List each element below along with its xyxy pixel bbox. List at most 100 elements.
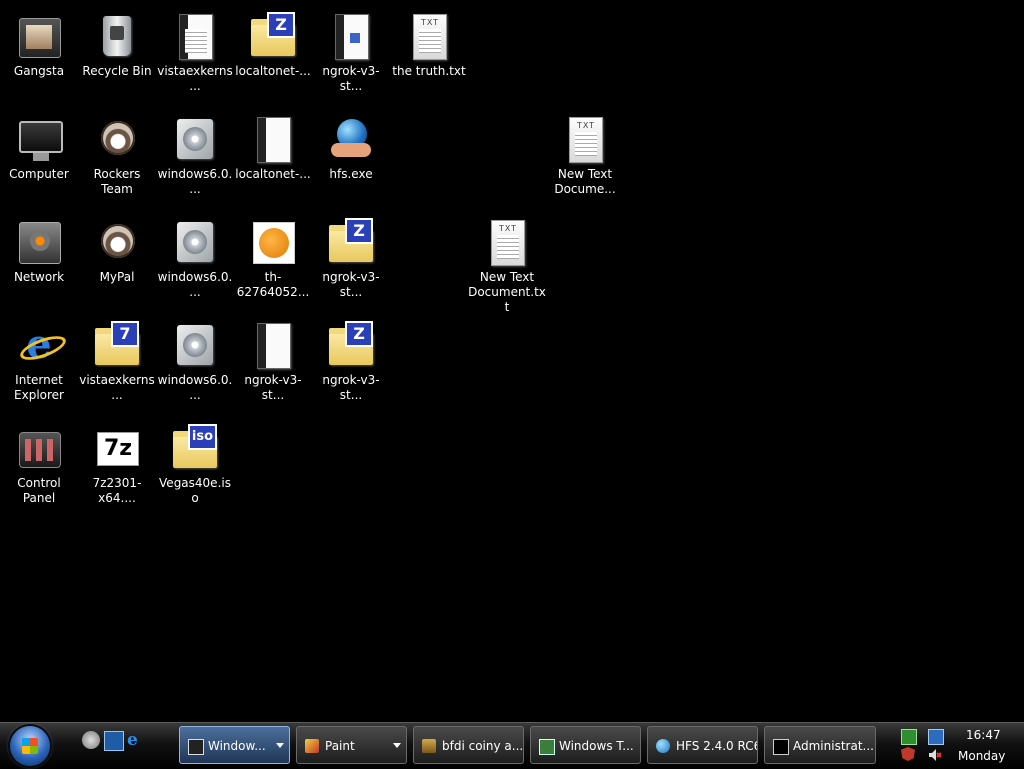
show-desktop-icon[interactable] (82, 731, 100, 749)
desktop-icon-label: 7z2301-x64.... (92, 476, 142, 505)
desktop-icon-vistaexkerns-1[interactable]: vistaexkerns... (156, 10, 234, 106)
desktop-icon-label: New Text Docume... (554, 167, 616, 196)
desktop-icon-label: ngrok-v3-st... (322, 270, 380, 299)
taskbar: e Window... Paint bfdi coiny a... Window… (0, 722, 1024, 769)
clock-time[interactable]: 16:47 (966, 728, 1001, 742)
internet-explorer-icon[interactable]: e (127, 731, 145, 749)
text-file-icon: TXT (405, 12, 453, 60)
desktop-icon-network[interactable]: Network (0, 216, 78, 312)
desktop-icon-vegas-iso[interactable]: iso Vegas40e.iso (156, 422, 234, 518)
zip-folder-icon: Z (327, 218, 375, 266)
desktop-icon-new-text-1[interactable]: TXT New Text Docume... (546, 113, 624, 209)
desktop-icon-th-image[interactable]: th-62764052... (234, 216, 312, 312)
taskbar-button-paint[interactable]: Paint (296, 726, 407, 764)
desktop-icon-windows60-2[interactable]: windows6.0.... (156, 216, 234, 312)
hfs-globe-icon (327, 115, 375, 163)
desktop-icon-new-text-2[interactable]: TXT New Text Document.txt (468, 216, 546, 314)
desktop-icon-label: th-62764052... (236, 270, 310, 299)
desktop-icon-label: hfs.exe (329, 167, 373, 181)
control-panel-icon (15, 424, 63, 472)
desktop-icon-label: New Text Document.txt (468, 270, 546, 314)
update-package-icon (171, 218, 219, 266)
desktop-icon-label: MyPal (99, 270, 135, 284)
taskbar-button-administrator[interactable]: Administrat... (764, 726, 876, 764)
taskbar-button-windows[interactable]: Window... (179, 726, 290, 764)
coiny-image-icon (249, 218, 297, 266)
desktop-icon-ngrok-4[interactable]: Z ngrok-v3-st... (312, 319, 390, 415)
7zip-icon: 7z (93, 424, 141, 472)
recycle-bin-icon (93, 12, 141, 60)
7z-folder-icon: 7 (93, 321, 141, 369)
chevron-down-icon[interactable] (393, 743, 401, 748)
taskbar-button-label: Paint (325, 739, 355, 753)
desktop-icon-localtonet-folder[interactable]: Z localtonet-... (234, 10, 312, 106)
desktop-icon-label: vistaexkerns... (157, 64, 233, 93)
desktop-icon-mypal[interactable]: MyPal (78, 216, 156, 312)
desktop-icon-rockers-team[interactable]: Rockers Team (78, 113, 156, 209)
desktop-icon-ngrok-3[interactable]: ngrok-v3-st... (234, 319, 312, 415)
hfs-globe-icon (656, 739, 670, 753)
taskbar-button-label: Windows T... (559, 739, 634, 753)
desktop-icon-label: Internet Explorer (14, 373, 64, 402)
taskbar-button-label: Window... (208, 739, 266, 753)
desktop-icon-label: Rockers Team (93, 167, 141, 196)
desktop[interactable]: Gangsta Recycle Bin vistaexkerns... Z lo… (0, 0, 1024, 722)
desktop-icon-ngrok-1[interactable]: ngrok-v3-st... (312, 10, 390, 106)
internet-explorer-icon: e (15, 321, 63, 369)
desktop-icon-windows60-1[interactable]: windows6.0.... (156, 113, 234, 209)
desktop-icon-windows60-3[interactable]: windows6.0.... (156, 319, 234, 415)
window-icon (188, 739, 204, 755)
taskbar-button-bfdi-coiny[interactable]: bfdi coiny a... (413, 726, 524, 764)
desktop-icon-control-panel[interactable]: Control Panel (0, 422, 78, 518)
zip-folder-icon: Z (249, 12, 297, 60)
desktop-icon-gangsta[interactable]: Gangsta (0, 10, 78, 106)
update-package-icon (171, 321, 219, 369)
gangsta-icon (15, 12, 63, 60)
taskbar-button-label: bfdi coiny a... (442, 739, 524, 753)
volume-muted-icon[interactable] (928, 747, 942, 761)
desktop-icon-vistaexkerns-2[interactable]: 7 vistaexkerns... (78, 319, 156, 415)
desktop-icon-ngrok-2[interactable]: Z ngrok-v3-st... (312, 216, 390, 312)
chevron-down-icon[interactable] (276, 743, 284, 748)
security-shield-icon[interactable] (901, 747, 915, 761)
taskbar-button-label: Administrat... (793, 739, 874, 753)
desktop-icon-internet-explorer[interactable]: e Internet Explorer (0, 319, 78, 415)
clock-day[interactable]: Monday (958, 749, 1005, 763)
desktop-icon-label: windows6.0.... (157, 373, 233, 402)
taskbar-button-hfs[interactable]: HFS 2.4.0 RC6 (647, 726, 758, 764)
raccoon-icon (93, 218, 141, 266)
task-manager-icon (539, 739, 555, 755)
desktop-icon-label: windows6.0.... (157, 270, 233, 299)
desktop-icon-label: Recycle Bin (82, 64, 152, 78)
desktop-icon-7zip[interactable]: 7z 7z2301-x64.... (78, 422, 156, 518)
desktop-icon-recycle-bin[interactable]: Recycle Bin (78, 10, 156, 106)
update-package-icon (171, 115, 219, 163)
desktop-icon-label: Vegas40e.iso (159, 476, 231, 505)
desktop-icon-label: ngrok-v3-st... (322, 64, 380, 93)
green-square-icon[interactable] (901, 729, 917, 745)
zip-folder-icon: Z (327, 321, 375, 369)
start-button[interactable] (10, 726, 50, 766)
desktop-icon-localtonet-2[interactable]: localtonet-... (234, 113, 312, 209)
desktop-icon-label: Control Panel (17, 476, 61, 505)
taskbar-button-windows-task[interactable]: Windows T... (530, 726, 641, 764)
command-prompt-icon (773, 739, 789, 755)
desktop-icon-the-truth[interactable]: TXT the truth.txt (390, 10, 468, 106)
switch-windows-icon[interactable] (104, 731, 124, 751)
desktop-icon-label: windows6.0.... (157, 167, 233, 196)
desktop-icon-computer[interactable]: Computer (0, 113, 78, 209)
paint-icon (305, 739, 319, 753)
desktop-icon-label: Gangsta (13, 64, 65, 78)
document-icon (171, 12, 219, 60)
desktop-icon-hfs-exe[interactable]: hfs.exe (312, 113, 390, 209)
desktop-icon-label: localtonet-... (235, 167, 311, 181)
text-file-icon: TXT (561, 115, 609, 163)
application-file-icon (327, 12, 375, 60)
desktop-icon-label: Network (13, 270, 65, 284)
raccoon-icon (93, 115, 141, 163)
application-file-icon (249, 115, 297, 163)
taskbar-button-label: HFS 2.4.0 RC6 (676, 739, 758, 753)
computer-icon (15, 115, 63, 163)
network-status-icon[interactable] (928, 729, 944, 745)
desktop-icon-label: vistaexkerns... (79, 373, 155, 402)
